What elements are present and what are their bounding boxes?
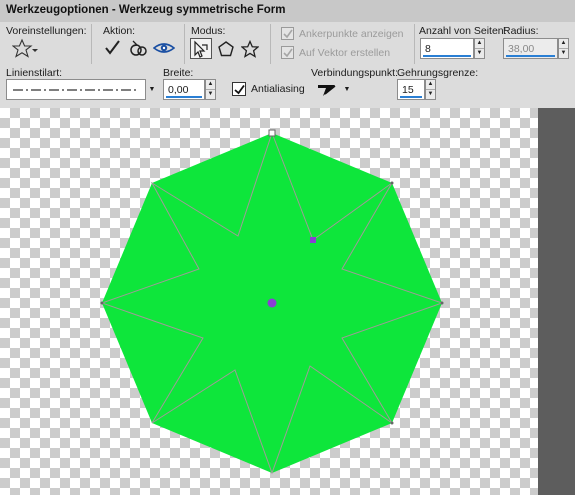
show-anchors-label: Ankerpunkte anzeigen — [299, 27, 404, 40]
miter-input[interactable]: 15 — [397, 79, 425, 100]
preset-picker-button[interactable] — [12, 38, 38, 58]
star-preset-icon — [12, 38, 38, 58]
value-slider-indicator — [423, 55, 471, 57]
mode-label: Modus: — [191, 25, 226, 37]
dash-line-preview-icon — [13, 88, 139, 91]
checkbox-box — [281, 27, 294, 40]
separator — [414, 24, 415, 64]
sides-spinner[interactable]: ▲ ▼ — [474, 38, 485, 59]
sides-input[interactable]: 8 — [420, 38, 474, 59]
center-handle[interactable] — [267, 298, 277, 308]
title-bar: Werkzeugoptionen - Werkzeug symmetrische… — [0, 0, 575, 22]
anchor-point[interactable] — [440, 301, 444, 305]
chevron-down-icon: ▼ — [343, 86, 351, 93]
preview-button[interactable] — [153, 38, 175, 58]
join-label: Verbindungspunkt: — [311, 67, 398, 79]
value-slider-indicator — [400, 96, 422, 98]
sides-label: Anzahl von Seiten: — [419, 25, 507, 37]
anchor-point[interactable] — [390, 181, 394, 185]
line-style-dropdown[interactable]: ▼ — [146, 79, 158, 100]
radius-label: Radius: — [503, 25, 539, 37]
mode-polygon-button[interactable] — [216, 38, 236, 59]
spin-up-icon[interactable]: ▲ — [559, 39, 568, 49]
spin-down-icon[interactable]: ▼ — [206, 90, 215, 100]
line-style-label: Linienstilart: — [6, 67, 63, 79]
miter-label: Gehrungsgrenze: — [397, 67, 479, 79]
tool-options-toolbar: Voreinstellungen: Aktion: Modus: Ankerpu… — [0, 22, 575, 108]
apply-button[interactable] — [104, 38, 122, 58]
presets-label: Voreinstellungen: — [6, 25, 87, 37]
pentagon-icon — [218, 40, 234, 56]
separator — [270, 24, 271, 64]
checkbox-box — [232, 82, 246, 96]
checkmark-icon — [282, 48, 293, 57]
checkmark-icon — [233, 84, 245, 94]
anchor-handle[interactable] — [268, 129, 276, 137]
width-spinner[interactable]: ▲ ▼ — [205, 79, 216, 100]
checkmark-icon — [282, 29, 293, 38]
create-on-vector-checkbox[interactable]: Auf Vektor erstellen — [281, 46, 390, 59]
join-dropdown[interactable]: ▼ — [341, 79, 353, 100]
radius-spinner[interactable]: ▲ ▼ — [558, 38, 569, 59]
mode-star-button[interactable] — [190, 38, 212, 59]
create-on-vector-label: Auf Vektor erstellen — [299, 46, 391, 59]
drawing-canvas[interactable] — [0, 108, 538, 495]
chevron-down-icon: ▼ — [148, 86, 156, 93]
radius-value: 38,00 — [508, 42, 535, 55]
reset-button[interactable] — [128, 38, 148, 58]
checkbox-box — [281, 46, 294, 59]
reset-icon — [130, 40, 147, 56]
anchor-point[interactable] — [100, 301, 104, 305]
join-miter-icon — [318, 84, 336, 96]
separator — [184, 24, 185, 64]
arrow-cursor-icon — [194, 40, 208, 58]
separator — [91, 24, 92, 64]
spin-down-icon[interactable]: ▼ — [426, 90, 435, 100]
radius-input[interactable]: 38,00 — [503, 38, 558, 59]
anchor-point[interactable] — [390, 421, 394, 425]
spin-down-icon[interactable]: ▼ — [559, 49, 568, 59]
show-anchors-checkbox[interactable]: Ankerpunkte anzeigen — [281, 27, 404, 40]
window-title: Werkzeugoptionen - Werkzeug symmetrische… — [6, 4, 286, 16]
miter-spinner[interactable]: ▲ ▼ — [425, 79, 436, 100]
spin-up-icon[interactable]: ▲ — [206, 80, 215, 90]
value-slider-indicator — [166, 96, 202, 98]
sides-value: 8 — [425, 42, 431, 55]
eye-icon — [153, 43, 175, 53]
antialiasing-checkbox[interactable]: Antialiasing — [232, 82, 305, 96]
value-slider-indicator — [506, 55, 555, 57]
antialiasing-label: Antialiasing — [251, 83, 305, 95]
miter-value: 15 — [402, 83, 414, 96]
star-icon — [241, 39, 259, 58]
spin-down-icon[interactable]: ▼ — [475, 49, 484, 59]
width-input[interactable]: 0,00 — [163, 79, 205, 100]
line-style-select[interactable] — [6, 79, 146, 100]
canvas-workspace — [0, 108, 575, 495]
width-label: Breite: — [163, 67, 194, 79]
radius-handle[interactable] — [310, 237, 316, 243]
spin-up-icon[interactable]: ▲ — [426, 80, 435, 90]
action-label: Aktion: — [103, 25, 136, 37]
width-value: 0,00 — [168, 83, 189, 96]
mode-star-shape-button[interactable] — [240, 38, 260, 59]
checkmark-icon — [105, 40, 120, 55]
spin-up-icon[interactable]: ▲ — [475, 39, 484, 49]
